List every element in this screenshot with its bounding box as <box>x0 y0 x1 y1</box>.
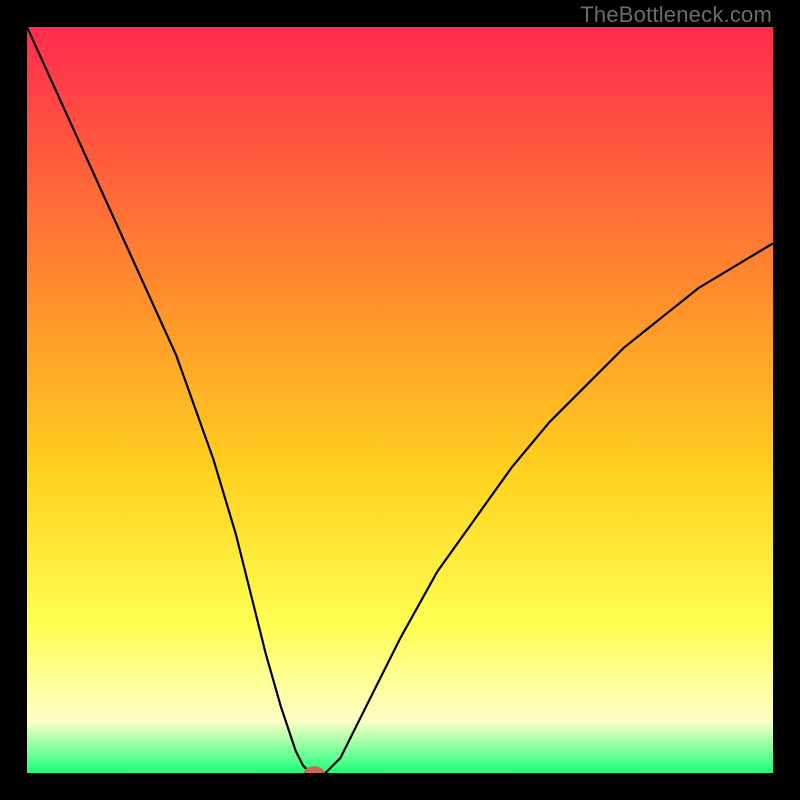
chart-svg <box>27 27 773 773</box>
gradient-background <box>27 27 773 773</box>
plot-area <box>27 27 773 773</box>
watermark-text: TheBottleneck.com <box>580 2 772 28</box>
outer-frame: TheBottleneck.com <box>0 0 800 800</box>
